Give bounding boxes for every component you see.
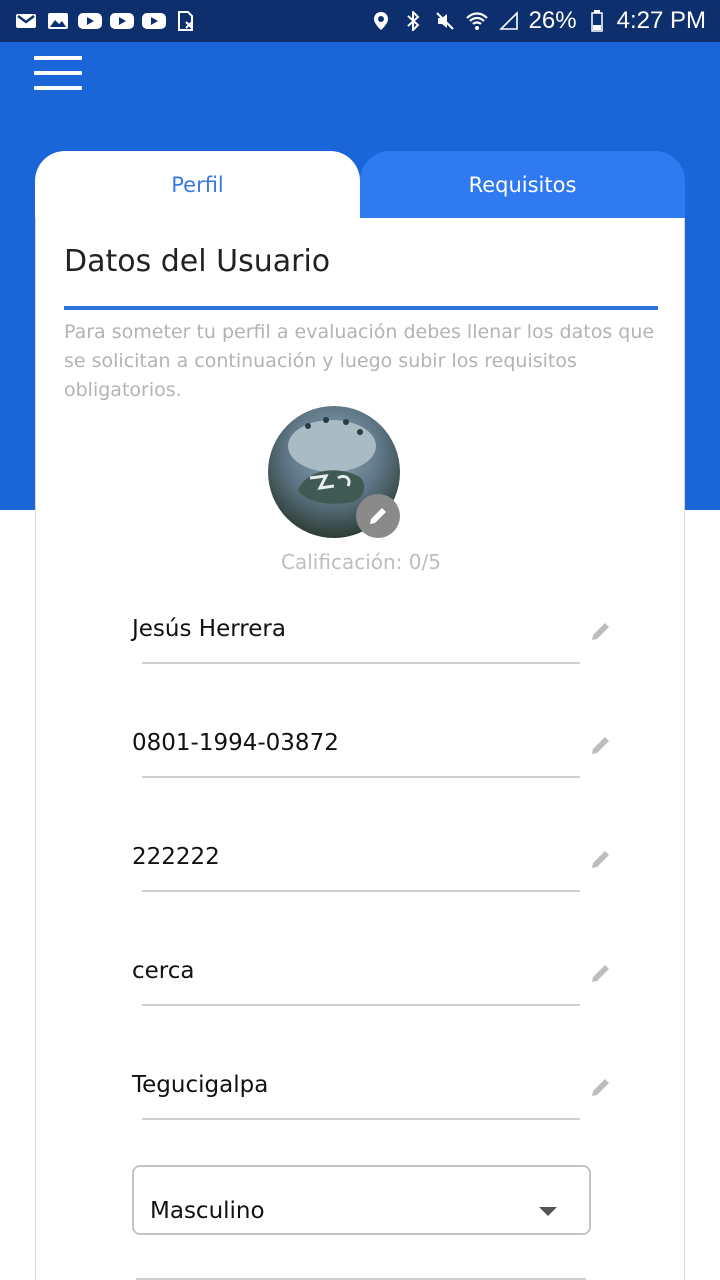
pencil-icon[interactable]	[588, 846, 614, 872]
hamburger-menu-icon[interactable]	[34, 56, 82, 90]
youtube-icon	[78, 11, 102, 31]
rating-label: Calificación: 0/5	[281, 550, 441, 574]
field-underline	[142, 662, 580, 664]
signal-icon	[497, 11, 521, 31]
pencil-icon[interactable]	[588, 618, 614, 644]
id-number-field[interactable]: 0801-1994-03872	[132, 730, 616, 800]
pencil-icon	[370, 508, 386, 524]
youtube-icon	[110, 11, 134, 31]
clock: 4:27 PM	[616, 7, 706, 34]
location-icon	[369, 11, 393, 31]
gmail-icon	[14, 11, 38, 31]
mute-icon	[433, 11, 457, 31]
notification-icons	[14, 11, 198, 31]
card-description: Para someter tu perfil a evaluación debe…	[64, 321, 655, 401]
bluetooth-icon	[401, 11, 425, 31]
tab-requisitos[interactable]: Requisitos	[360, 151, 685, 219]
phone-field-value: 222222	[132, 844, 220, 870]
no-sim-icon	[174, 11, 198, 31]
youtube-icon	[142, 11, 166, 31]
address-field-value: cerca	[132, 958, 195, 984]
card-title: Datos del Usuario	[64, 244, 331, 279]
chevron-down-icon	[539, 1206, 557, 1216]
gender-select-value: Masculino	[150, 1198, 265, 1224]
tab-perfil-label: Perfil	[171, 173, 224, 197]
status-bar: 26% 4:27 PM	[0, 0, 720, 42]
pencil-icon[interactable]	[588, 732, 614, 758]
gender-select[interactable]: Masculino	[132, 1165, 591, 1235]
avatar-edit-button[interactable]	[356, 494, 400, 538]
city-field-value: Tegucigalpa	[132, 1072, 269, 1098]
wifi-icon	[465, 11, 489, 31]
address-field[interactable]: cerca	[132, 958, 616, 1028]
pencil-icon[interactable]	[588, 1074, 614, 1100]
battery-icon	[585, 10, 609, 32]
field-underline	[142, 1004, 580, 1006]
name-field-value: Jesús Herrera	[132, 616, 286, 642]
name-field[interactable]: Jesús Herrera	[132, 616, 616, 686]
field-underline	[142, 890, 580, 892]
field-underline	[142, 776, 580, 778]
system-icons: 26% 4:27 PM	[369, 7, 706, 35]
tab-perfil[interactable]: Perfil	[35, 151, 360, 219]
city-field[interactable]: Tegucigalpa	[132, 1072, 616, 1142]
tab-requisitos-label: Requisitos	[468, 173, 577, 197]
field-underline	[142, 1118, 580, 1120]
battery-percent: 26%	[528, 7, 577, 34]
gallery-icon	[46, 11, 70, 31]
pencil-icon[interactable]	[588, 960, 614, 986]
user-data-card: Datos del Usuario Para someter tu perfil…	[35, 218, 685, 1280]
title-divider	[64, 306, 658, 310]
id-number-field-value: 0801-1994-03872	[132, 730, 339, 756]
phone-field[interactable]: 222222	[132, 844, 616, 914]
